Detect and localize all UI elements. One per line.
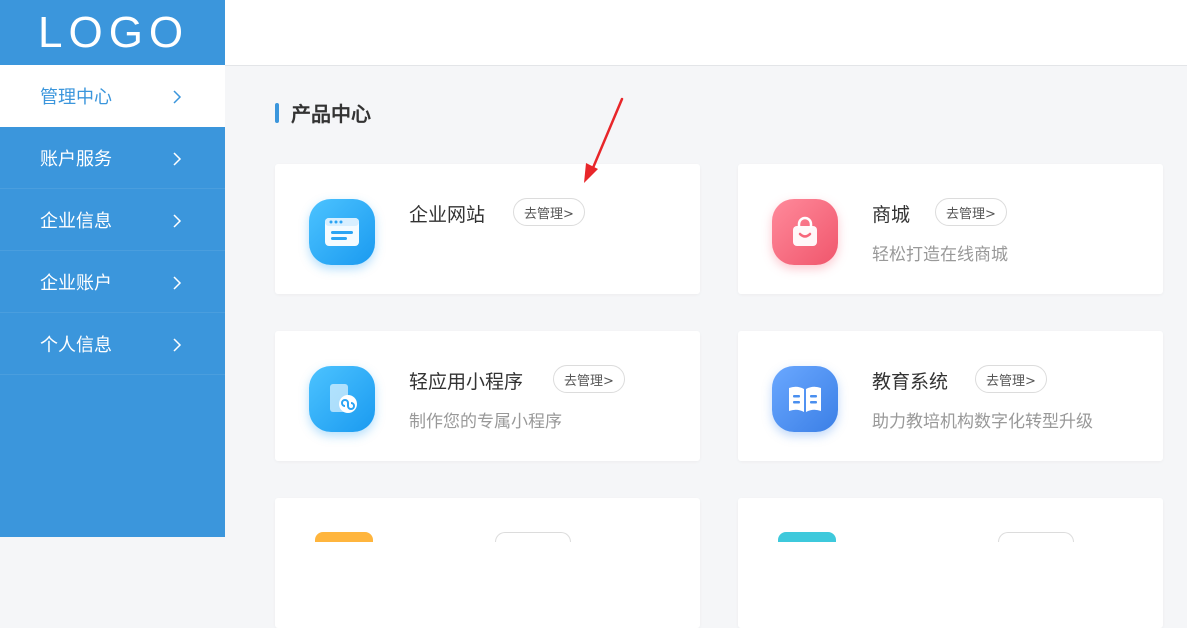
manage-button[interactable]: 去管理>: [513, 198, 585, 226]
product-name: 轻应用小程序: [409, 371, 524, 393]
sidebar: LOGO 管理中心 账户服务 企业信息 企业账户 个人信息: [0, 0, 225, 537]
chevron-right-icon: [172, 275, 182, 290]
book-icon[interactable]: [772, 366, 838, 432]
chevron-right-icon: [172, 90, 182, 104]
manage-button[interactable]: 去管理>: [935, 198, 1007, 226]
manage-button-partial[interactable]: [998, 532, 1074, 542]
manage-button[interactable]: 去管理>: [975, 365, 1047, 393]
product-card-mini-program: 轻应用小程序 去管理> 制作您的专属小程序: [275, 331, 700, 461]
sidebar-item-label: 企业信息: [40, 210, 112, 232]
section-title-text: 产品中心: [291, 102, 371, 126]
shopping-bag-icon[interactable]: [772, 199, 838, 265]
product-card-partial: [275, 498, 700, 628]
product-icon-partial: [315, 532, 373, 542]
annotation-arrow: [584, 97, 624, 183]
product-card-education: 教育系统 去管理> 助力教培机构数字化转型升级: [738, 331, 1163, 461]
product-name: 企业网站: [409, 204, 486, 226]
mini-program-icon[interactable]: [309, 366, 375, 432]
sidebar-item-account-services[interactable]: 账户服务: [0, 127, 225, 189]
logo: LOGO: [38, 7, 190, 57]
sidebar-item-management-center[interactable]: 管理中心: [0, 65, 225, 127]
sidebar-item-company-info[interactable]: 企业信息: [0, 189, 225, 251]
sidebar-item-company-account[interactable]: 企业账户: [0, 251, 225, 313]
website-icon[interactable]: [309, 199, 375, 265]
product-card-partial: [738, 498, 1163, 628]
product-card-mall: 商城 去管理> 轻松打造在线商城: [738, 164, 1163, 294]
sidebar-item-label: 管理中心: [40, 87, 112, 108]
product-description: 制作您的专属小程序: [409, 412, 562, 432]
product-description: 助力教培机构数字化转型升级: [872, 412, 1093, 432]
product-description: 轻松打造在线商城: [872, 245, 1008, 265]
product-name: 商城: [872, 204, 911, 226]
chevron-right-icon: [172, 213, 182, 228]
top-bar: [225, 0, 1187, 66]
title-accent-bar: [275, 102, 279, 123]
chevron-right-icon: [172, 337, 182, 352]
sidebar-item-label: 个人信息: [40, 334, 112, 356]
product-icon-partial: [778, 532, 836, 542]
manage-button-partial[interactable]: [495, 532, 571, 542]
sidebar-item-personal-info[interactable]: 个人信息: [0, 313, 225, 375]
sidebar-item-label: 企业账户: [40, 272, 112, 294]
chevron-right-icon: [172, 151, 182, 166]
product-card-website: 企业网站 去管理>: [275, 164, 700, 294]
manage-button[interactable]: 去管理>: [553, 365, 625, 393]
section-title: 产品中心: [275, 98, 371, 127]
sidebar-item-label: 账户服务: [40, 148, 112, 170]
product-name: 教育系统: [872, 371, 949, 393]
